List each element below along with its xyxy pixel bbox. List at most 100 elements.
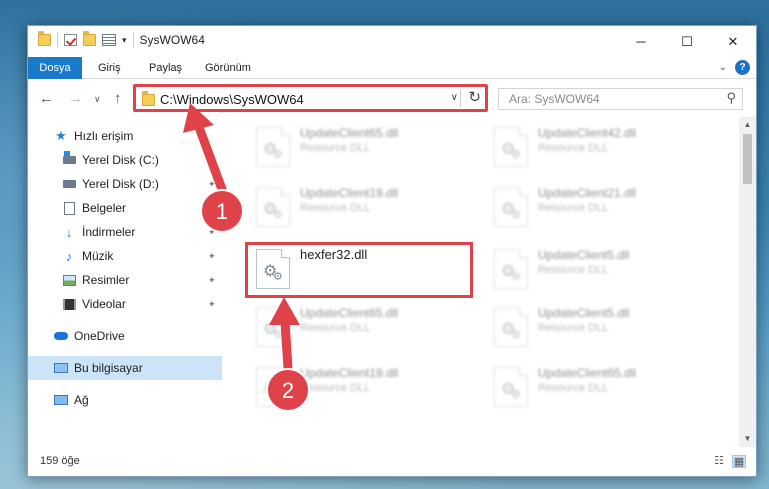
maximize-button[interactable]: ☐	[664, 26, 710, 57]
address-bar[interactable]: C:\Windows\SysWOW64 ∨ ↻	[133, 84, 488, 112]
sidebar-item-music[interactable]: ♪ Müzik ✦	[28, 244, 222, 268]
status-bar: 159 öğe ☷ ▦	[28, 447, 756, 476]
sidebar-item-onedrive[interactable]: OneDrive	[28, 324, 222, 348]
tab-share[interactable]: Paylaş	[149, 57, 182, 79]
address-path[interactable]: C:\Windows\SysWOW64	[160, 92, 304, 107]
scroll-up-icon[interactable]: ▲	[739, 117, 756, 133]
dll-file-icon: ⚙ ⚙	[256, 127, 290, 167]
file-type: Resource DLL	[300, 322, 371, 334]
file-item[interactable]: ⚙ ⚙ UpdateClient19.dll Resource DLL	[250, 183, 480, 233]
view-switcher: ☷ ▦	[712, 455, 746, 468]
file-name: UpdateClient65.dll	[538, 366, 637, 380]
help-icon[interactable]: ?	[735, 60, 750, 75]
sidebar-item-drive-c[interactable]: Yerel Disk (C:) ✦	[28, 148, 222, 172]
expand-ribbon-icon[interactable]: ⌄	[719, 62, 727, 73]
sidebar-item-label: OneDrive	[74, 329, 125, 343]
sidebar-item-network[interactable]: Ağ	[28, 388, 222, 412]
properties-check-icon[interactable]	[64, 34, 77, 46]
sidebar-item-videos[interactable]: Videolar ✦	[28, 292, 222, 316]
refresh-icon[interactable]: ↻	[468, 88, 481, 106]
customize-toolbar-icon[interactable]	[102, 34, 116, 46]
file-item[interactable]: ⚙ ⚙ UpdateClient65.dll Resource DLL	[250, 123, 480, 173]
file-item[interactable]: ⚙ ⚙ UpdateClient19.dll Resource DLL	[250, 363, 480, 413]
file-item[interactable]: ⚙ ⚙ UpdateClient5.dll Resource DLL	[488, 303, 718, 353]
videos-icon	[62, 297, 76, 311]
file-item[interactable]: ⚙ ⚙ UpdateClient42.dll Resource DLL	[488, 123, 718, 173]
file-type: Resource DLL	[538, 382, 609, 394]
file-item[interactable]: ⚙ ⚙ UpdateClient5.dll Resource DLL	[488, 245, 718, 295]
toolbar-separator	[57, 33, 58, 47]
new-folder-icon[interactable]	[83, 31, 96, 46]
file-item[interactable]: ⚙ ⚙ UpdateClient21.dll Resource DLL	[488, 183, 718, 233]
large-icons-view-icon[interactable]: ▦	[732, 455, 746, 468]
sidebar-item-pictures[interactable]: Resimler ✦	[28, 268, 222, 292]
network-icon	[54, 393, 68, 407]
scroll-thumb[interactable]	[743, 134, 752, 184]
tab-view[interactable]: Görünüm	[205, 57, 251, 79]
sidebar-item-label: İndirmeler	[82, 225, 136, 239]
address-separator	[460, 89, 461, 107]
pin-icon[interactable]: ✦	[208, 275, 216, 286]
file-item[interactable]: ⚙ ⚙ UpdateClient65.dll Resource DLL	[250, 303, 480, 353]
pin-icon[interactable]: ✦	[208, 251, 216, 262]
pin-icon[interactable]: ✦	[208, 203, 216, 214]
sidebar-item-label: Belgeler	[82, 201, 127, 215]
sidebar-item-label: Hızlı erişim	[74, 129, 134, 143]
file-name: UpdateClient19.dll	[300, 366, 399, 380]
tab-file[interactable]: Dosya	[28, 57, 82, 79]
search-icon[interactable]: ⚲	[726, 90, 736, 106]
pictures-icon	[62, 273, 76, 287]
sidebar-item-quick-access[interactable]: ★ Hızlı erişim	[28, 124, 222, 148]
minimize-button[interactable]: ─	[618, 26, 664, 57]
back-button[interactable]: ←	[39, 90, 54, 107]
details-view-icon[interactable]: ☷	[712, 455, 726, 468]
documents-icon	[62, 201, 76, 215]
pin-icon[interactable]: ✦	[208, 179, 216, 190]
pin-icon[interactable]: ✦	[208, 227, 216, 238]
sidebar-item-downloads[interactable]: ↓ İndirmeler ✦	[28, 220, 222, 244]
sidebar-item-label: Ağ	[74, 393, 89, 407]
pin-icon[interactable]: ✦	[208, 155, 216, 166]
navigation-pane: ★ Hızlı erişim Yerel Disk (C:) ✦ Yerel D…	[28, 117, 222, 447]
sidebar-item-label: Yerel Disk (C:)	[82, 153, 159, 167]
this-pc-icon	[54, 361, 68, 375]
toolbar-dropdown-icon[interactable]: ▾	[122, 35, 127, 46]
close-button[interactable]: ✕	[710, 26, 756, 57]
dll-file-icon: ⚙ ⚙	[494, 187, 528, 227]
file-name: UpdateClient42.dll	[538, 126, 637, 140]
dll-file-icon: ⚙ ⚙	[256, 187, 290, 227]
item-count: 159 öğe	[40, 455, 80, 467]
sidebar-item-label: Müzik	[82, 249, 114, 263]
up-button[interactable]: ↑	[114, 90, 122, 107]
dll-file-icon: ⚙ ⚙	[256, 367, 290, 407]
file-name: UpdateClient65.dll	[300, 306, 399, 320]
address-dropdown-icon[interactable]: ∨	[451, 92, 458, 103]
file-type: Resource DLL	[538, 264, 609, 276]
dll-file-icon: ⚙ ⚙	[494, 127, 528, 167]
ribbon-tabs: Dosya Giriş Paylaş Görünüm ⌄ ?	[28, 57, 756, 79]
recent-locations-button[interactable]: ∨	[94, 94, 101, 105]
dll-file-icon: ⚙ ⚙	[494, 367, 528, 407]
navigation-bar: ← → ∨ ↑ C:\Windows\SysWOW64 ∨ ↻ Ara: Sys…	[28, 80, 756, 116]
dll-file-icon: ⚙ ⚙	[256, 307, 290, 347]
file-type: Resource DLL	[300, 142, 371, 154]
file-name: UpdateClient5.dll	[538, 306, 630, 320]
music-icon: ♪	[65, 248, 73, 264]
dll-file-icon: ⚙ ⚙	[494, 249, 528, 289]
window-title: SysWOW64	[139, 33, 205, 47]
file-highlight-box	[245, 242, 473, 298]
pin-icon[interactable]: ✦	[208, 299, 216, 310]
tab-home[interactable]: Giriş	[98, 57, 121, 79]
address-folder-icon	[142, 91, 155, 106]
sidebar-item-drive-d[interactable]: Yerel Disk (D:) ✦	[28, 172, 222, 196]
sidebar-item-documents[interactable]: Belgeler ✦	[28, 196, 222, 220]
folder-icon	[38, 31, 51, 46]
file-name: UpdateClient65.dll	[300, 126, 399, 140]
vertical-scrollbar[interactable]: ▲ ▼	[739, 117, 756, 447]
scroll-down-icon[interactable]: ▼	[739, 431, 756, 447]
search-input[interactable]: Ara: SysWOW64 ⚲	[498, 88, 743, 110]
window-controls: ─ ☐ ✕	[618, 26, 756, 57]
forward-button[interactable]: →	[68, 90, 83, 107]
file-item[interactable]: ⚙ ⚙ UpdateClient65.dll Resource DLL	[488, 363, 718, 413]
sidebar-item-this-pc[interactable]: Bu bilgisayar	[28, 356, 222, 380]
